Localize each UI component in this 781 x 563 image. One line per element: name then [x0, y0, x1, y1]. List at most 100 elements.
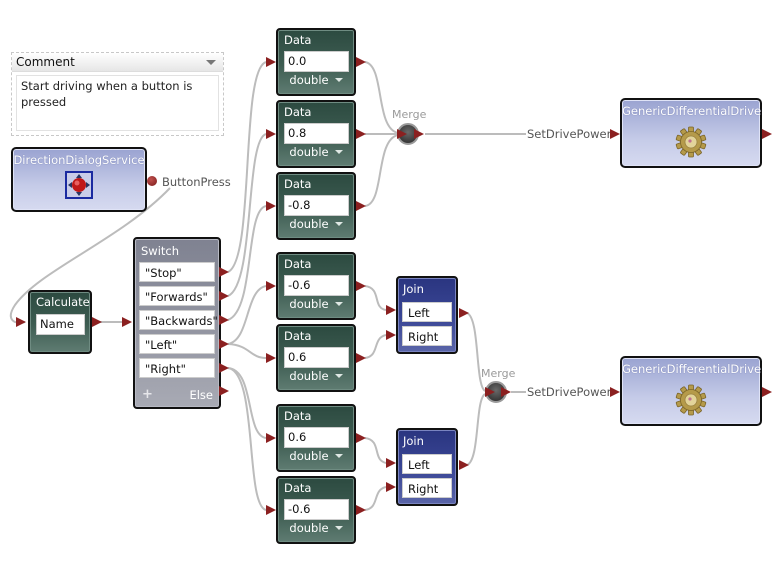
switch-output-pin-else[interactable] — [219, 386, 229, 396]
data-value-field[interactable]: -0.8 — [284, 195, 349, 216]
data-node[interactable]: Data -0.6 double — [276, 252, 356, 320]
switch-node[interactable]: Switch "Stop" "Forwards" "Backwards" "Le… — [133, 237, 221, 409]
switch-case-left[interactable]: "Left" — [139, 334, 215, 354]
data-value-field[interactable]: -0.6 — [284, 275, 349, 296]
data-value-field[interactable]: 0.6 — [284, 347, 349, 368]
data-type-label: double — [289, 521, 329, 535]
data-value-field[interactable]: -0.6 — [284, 499, 349, 520]
merge-label: Merge — [392, 108, 427, 121]
data-title: Data — [284, 329, 312, 343]
switch-output-pin-stop[interactable] — [219, 267, 229, 277]
wire-left-data4 — [227, 285, 267, 345]
data-type-dropdown[interactable]: double — [278, 73, 354, 87]
data-value-field[interactable]: 0.0 — [284, 51, 349, 72]
data-type-label: double — [289, 297, 329, 311]
join-right-pin[interactable] — [386, 482, 396, 492]
data-node[interactable]: Data 0.8 double — [276, 100, 356, 168]
comment-text[interactable]: Start driving when a button is pressed — [16, 75, 219, 131]
data-output-pin[interactable] — [356, 201, 366, 211]
data-node[interactable]: Data 0.0 double — [276, 28, 356, 96]
data-type-dropdown[interactable]: double — [278, 217, 354, 231]
switch-case-stop[interactable]: "Stop" — [139, 262, 215, 282]
join-right-pin[interactable] — [386, 330, 396, 340]
switch-case-backwards[interactable]: "Backwards" — [139, 310, 218, 330]
data-type-dropdown[interactable]: double — [278, 369, 354, 383]
data-input-pin[interactable] — [266, 505, 276, 515]
data-output-pin[interactable] — [356, 129, 366, 139]
comment-header[interactable]: Comment — [12, 53, 223, 72]
wire-join2-merge2 — [466, 393, 486, 466]
chevron-down-icon — [334, 222, 343, 226]
data-value-field[interactable]: 0.6 — [284, 427, 349, 448]
merge-output-pin[interactable] — [414, 129, 424, 139]
event-port-icon[interactable] — [147, 176, 157, 186]
join-title: Join — [403, 434, 424, 448]
data-type-dropdown[interactable]: double — [278, 145, 354, 159]
data-node[interactable]: Data -0.8 double — [276, 172, 356, 240]
data-type-label: double — [289, 145, 329, 159]
join-port-right[interactable]: Right — [402, 478, 452, 498]
calculate-node[interactable]: Calculate Name — [28, 290, 92, 354]
data-node[interactable]: Data -0.6 double — [276, 476, 356, 544]
data-title: Data — [284, 481, 312, 495]
data-output-pin[interactable] — [356, 281, 366, 291]
data-input-pin[interactable] — [266, 129, 276, 139]
calculate-expression-field[interactable]: Name — [36, 314, 85, 335]
wire-data4-join1 — [364, 285, 387, 311]
data-output-pin[interactable] — [356, 57, 366, 67]
join-output-pin[interactable] — [459, 308, 469, 318]
switch-output-pin-left[interactable] — [219, 339, 229, 349]
data-type-label: double — [289, 449, 329, 463]
chevron-down-icon — [334, 374, 343, 378]
merge-output-pin[interactable] — [501, 387, 511, 397]
data-type-label: double — [289, 73, 329, 87]
data-input-pin[interactable] — [266, 433, 276, 443]
switch-output-pin-backwards[interactable] — [219, 315, 229, 325]
wire-data1-merge1 — [364, 61, 399, 134]
direction-dialog-service-node[interactable]: DirectionDialogService — [11, 147, 147, 212]
calculate-output-pin[interactable] — [92, 317, 102, 327]
join-left-pin[interactable] — [386, 458, 396, 468]
switch-case-forwards[interactable]: "Forwards" — [139, 286, 215, 306]
switch-input-pin[interactable] — [122, 317, 132, 327]
data-input-pin[interactable] — [266, 353, 276, 363]
join-port-right[interactable]: Right — [402, 326, 452, 346]
wire-stop-data1 — [227, 61, 267, 273]
data-node[interactable]: Data 0.6 double — [276, 404, 356, 472]
data-input-pin[interactable] — [266, 281, 276, 291]
switch-case-right[interactable]: "Right" — [139, 358, 215, 378]
data-node[interactable]: Data 0.6 double — [276, 324, 356, 392]
data-output-pin[interactable] — [356, 353, 366, 363]
data-type-dropdown[interactable]: double — [278, 521, 354, 535]
switch-output-pin-right[interactable] — [219, 363, 229, 373]
data-output-pin[interactable] — [356, 505, 366, 515]
data-type-dropdown[interactable]: double — [278, 297, 354, 311]
join-node[interactable]: Join Left Right — [396, 276, 458, 354]
drive-output-pin[interactable] — [762, 387, 772, 397]
drive-input-pin[interactable] — [610, 129, 620, 139]
data-input-pin[interactable] — [266, 57, 276, 67]
drive-input-pin[interactable] — [610, 387, 620, 397]
chevron-down-icon[interactable] — [206, 60, 216, 65]
data-value-field[interactable]: 0.8 — [284, 123, 349, 144]
data-input-pin[interactable] — [266, 201, 276, 211]
drive-output-pin[interactable] — [762, 129, 772, 139]
join-port-left[interactable]: Left — [402, 302, 452, 322]
join-port-left[interactable]: Left — [402, 454, 452, 474]
join-left-pin[interactable] — [386, 305, 396, 315]
add-case-button[interactable]: + — [142, 387, 153, 402]
differential-drive-node[interactable]: GenericDifferentialDrive — [620, 356, 762, 426]
differential-drive-node[interactable]: GenericDifferentialDrive — [620, 98, 762, 168]
chevron-down-icon — [334, 302, 343, 306]
data-type-label: double — [289, 217, 329, 231]
calculate-input-pin[interactable] — [16, 317, 26, 327]
merge-input-pin[interactable] — [397, 129, 407, 139]
comment-box[interactable]: Comment Start driving when a button is p… — [11, 52, 224, 136]
switch-output-pin-forwards[interactable] — [219, 291, 229, 301]
data-title: Data — [284, 105, 312, 119]
join-output-pin[interactable] — [459, 460, 469, 470]
join-node[interactable]: Join Left Right — [396, 428, 458, 506]
merge-input-pin[interactable] — [485, 387, 495, 397]
data-type-dropdown[interactable]: double — [278, 449, 354, 463]
data-output-pin[interactable] — [356, 433, 366, 443]
